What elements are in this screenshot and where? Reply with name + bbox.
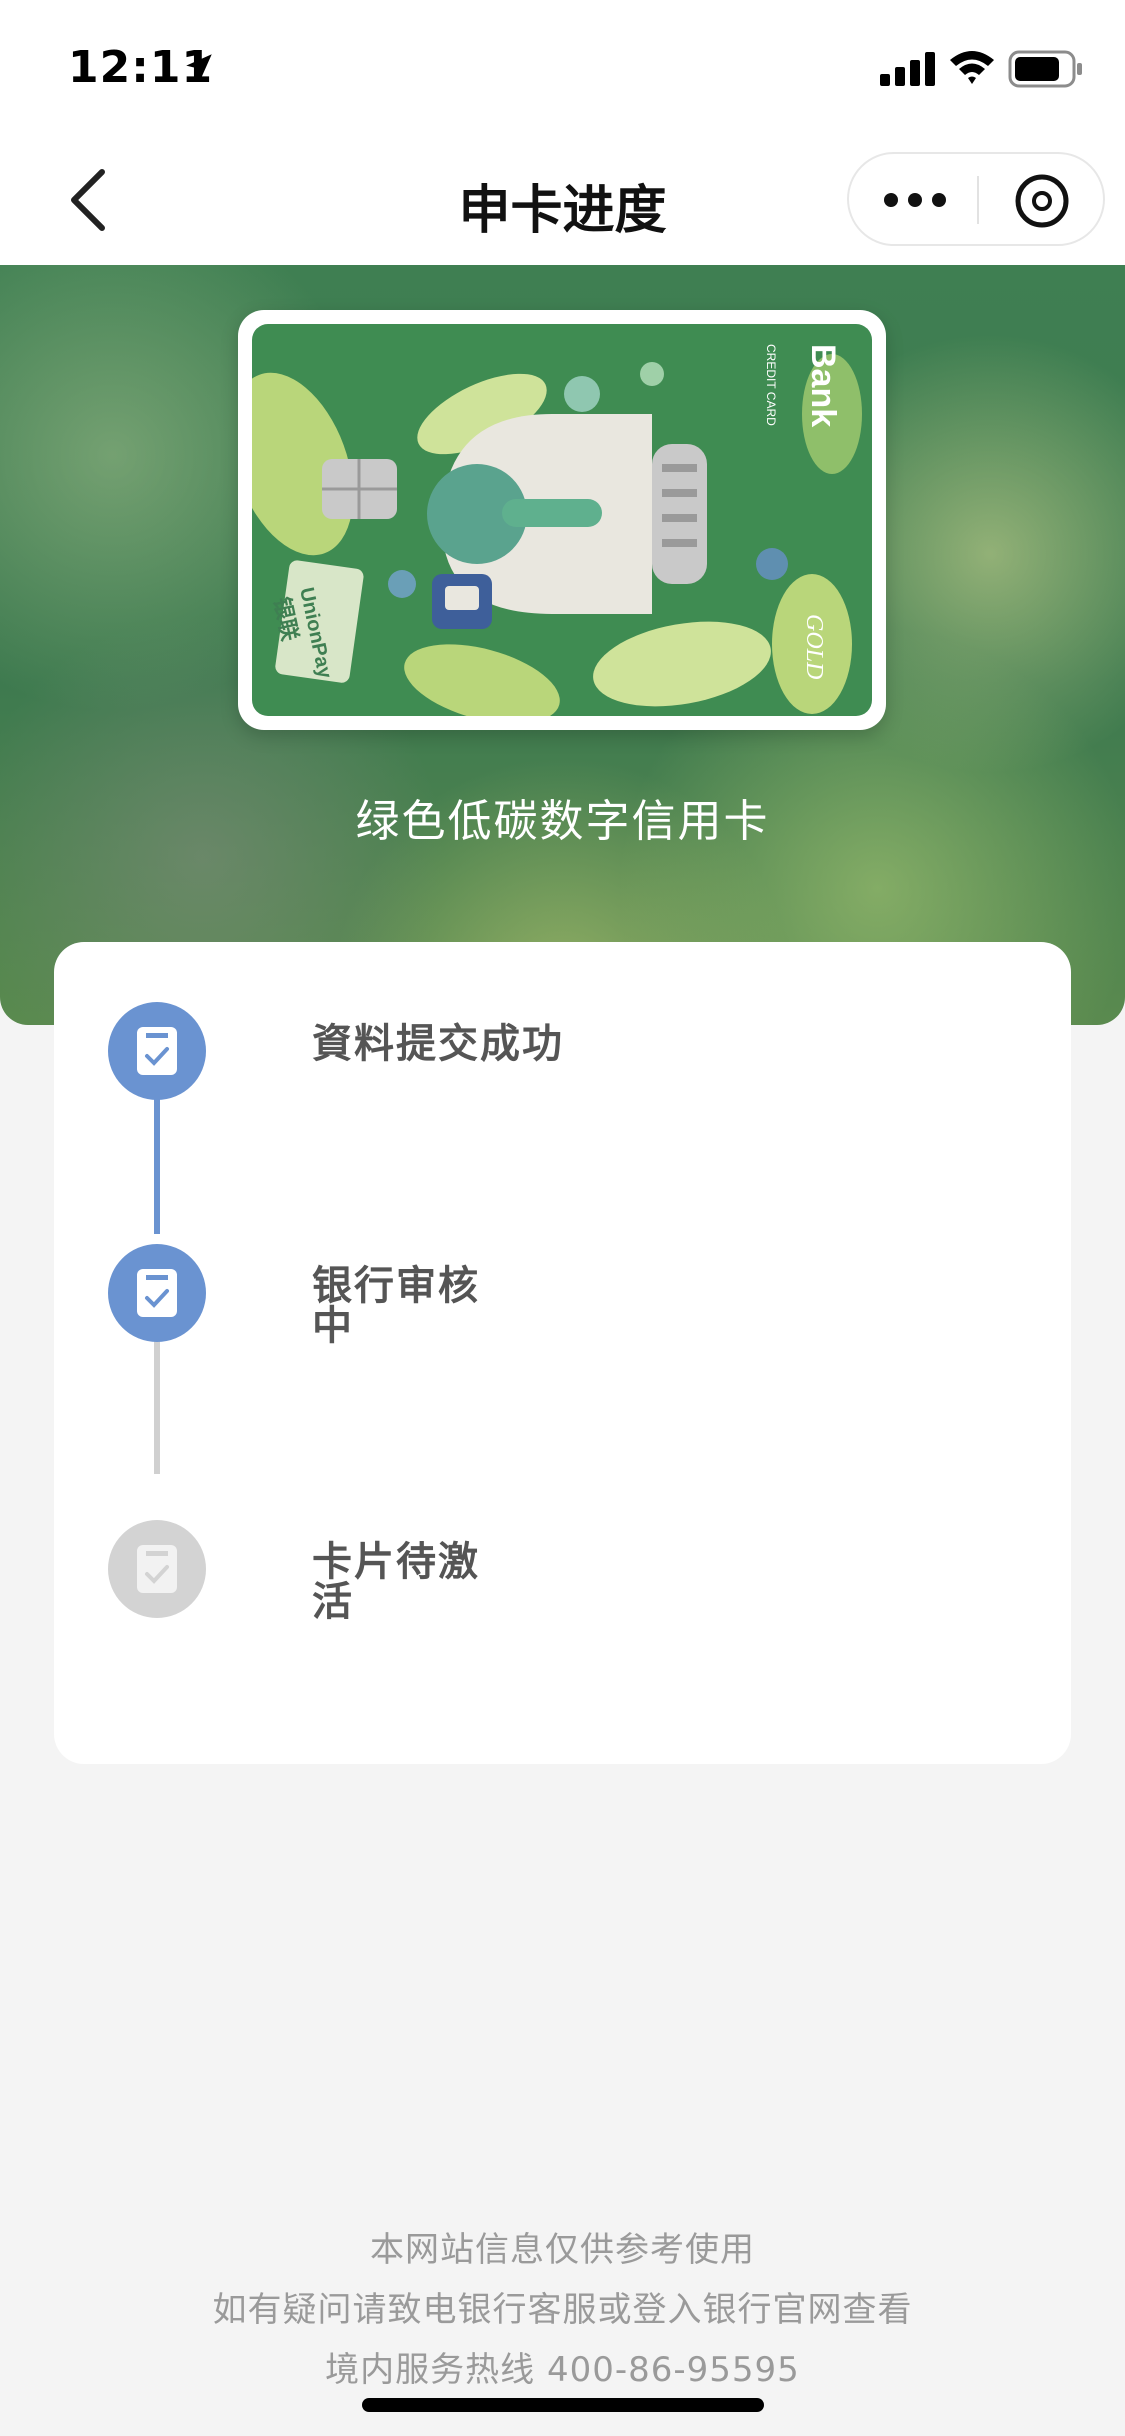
progress-panel: 資料提交成功 银行审核中 卡片待激活 — [54, 942, 1071, 1764]
location-arrow-icon — [186, 54, 212, 80]
card-tier-text: GOLD — [801, 614, 827, 679]
footer-line-1: 本网站信息仅供参考使用 — [370, 2230, 755, 2270]
capsule-divider — [977, 176, 979, 224]
status-bar: 12:11 — [0, 0, 1125, 130]
card-brand-text: Bank — [804, 344, 842, 427]
footer-notice: 本网站信息仅供参考使用 如有疑问请致电银行客服或登入银行官网查看 境内服务热线 … — [0, 2220, 1125, 2400]
wifi-icon — [950, 51, 994, 84]
card-art: UnionPay 银联 Bank CREDIT CARD GOLD — [252, 324, 872, 716]
credit-card-image: UnionPay 银联 Bank CREDIT CARD GOLD — [252, 324, 872, 716]
progress-step-submitted: 資料提交成功 — [108, 1002, 1008, 1102]
progress-step-review: 银行审核中 — [108, 1244, 1008, 1349]
battery-icon — [1008, 50, 1082, 88]
step-label: 資料提交成功 — [312, 1021, 564, 1067]
card-hero: UnionPay 银联 Bank CREDIT CARD GOLD 绿色低碳数字… — [0, 265, 1125, 1025]
step-label: 银行审核中 — [312, 1263, 480, 1349]
mini-program-capsule — [847, 152, 1105, 246]
more-icon[interactable] — [879, 176, 951, 224]
document-check-icon — [108, 1520, 206, 1618]
footer-hotline: 境内服务热线 400-86-95595 — [325, 2350, 800, 2390]
document-check-icon — [108, 1244, 206, 1342]
footer-line-2: 如有疑问请致电银行客服或登入银行官网查看 — [212, 2290, 913, 2330]
progress-step-activation: 卡片待激活 — [108, 1520, 1008, 1625]
home-indicator[interactable] — [362, 2398, 764, 2412]
card-name: 绿色低碳数字信用卡 — [355, 796, 770, 847]
credit-card-frame: UnionPay 银联 Bank CREDIT CARD GOLD — [238, 310, 886, 730]
step-label: 卡片待激活 — [312, 1539, 480, 1625]
nav-bar: 申卡进度 — [0, 130, 1125, 265]
document-check-icon — [108, 1002, 206, 1100]
card-credit-label: CREDIT CARD — [764, 344, 778, 426]
signal-icon — [880, 52, 935, 86]
close-icon[interactable] — [1013, 172, 1071, 230]
